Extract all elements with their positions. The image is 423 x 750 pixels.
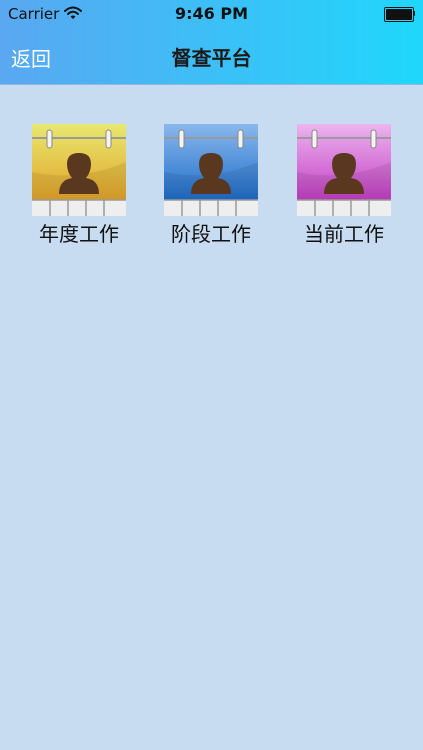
status-time: 9:46 PM: [174, 4, 248, 23]
tile-current-work[interactable]: 当前工作: [284, 124, 404, 254]
tile-label: 阶段工作: [171, 222, 251, 246]
battery-fill: [386, 9, 412, 20]
tile-label: 年度工作: [39, 222, 119, 246]
status-bar: Carrier 9:46 PM: [0, 0, 423, 28]
back-button[interactable]: 返回: [11, 43, 51, 72]
contact-calendar-icon: [297, 124, 391, 216]
tile-label: 当前工作: [304, 222, 384, 246]
tile-annual-work[interactable]: 年度工作: [19, 124, 139, 254]
page-title: 督查平台: [171, 46, 252, 70]
contact-calendar-icon: [164, 124, 258, 216]
tile-stage-work[interactable]: 阶段工作: [151, 124, 271, 254]
contact-calendar-icon: [32, 124, 126, 216]
navigation-header: Carrier 9:46 PM 返回 督查平台: [0, 0, 423, 85]
battery-icon: [384, 7, 416, 22]
